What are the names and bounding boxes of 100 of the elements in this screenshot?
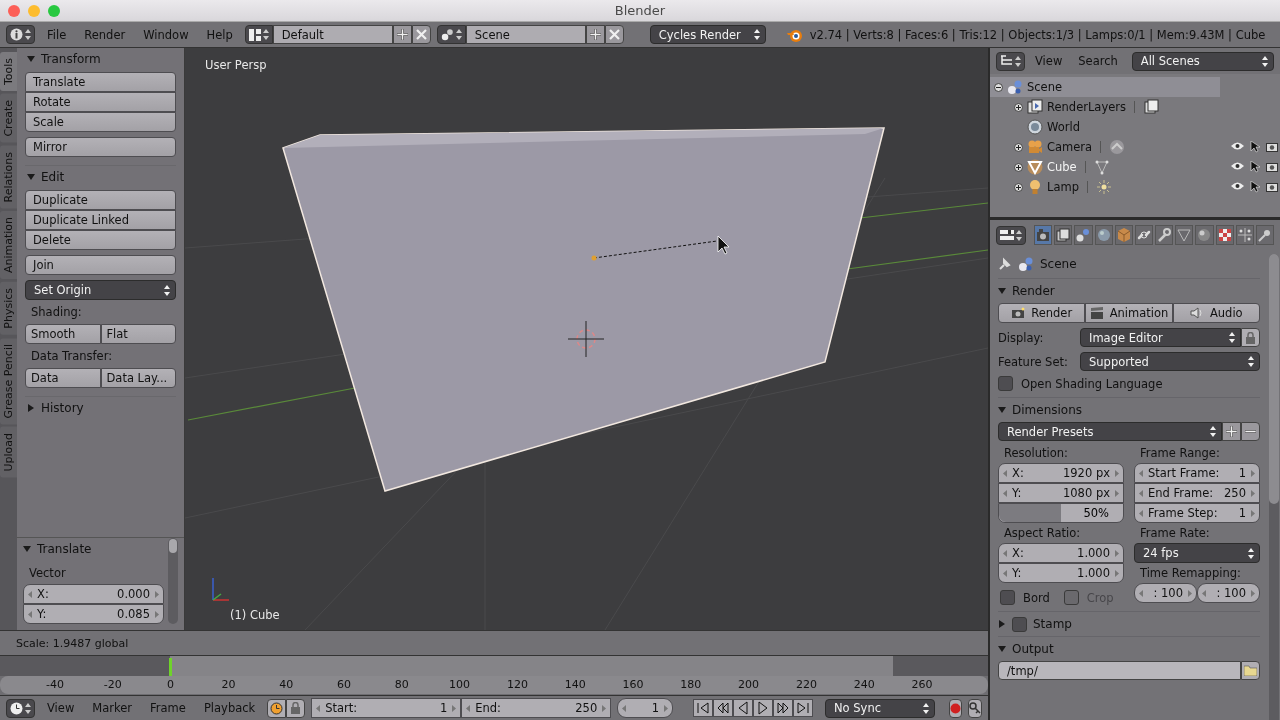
render-action-button[interactable]: Animation (1085, 303, 1173, 323)
lock-button[interactable] (286, 698, 306, 718)
panel-title[interactable]: Render (1012, 284, 1055, 298)
tool-tab[interactable]: Tools (0, 52, 17, 92)
checkbox[interactable]: Open Shading Language (998, 376, 1260, 391)
collapsed-triangle-icon[interactable] (27, 404, 35, 412)
properties-tab[interactable] (1114, 225, 1133, 245)
menu-item[interactable]: Search (1072, 54, 1124, 68)
menu-item[interactable]: View (41, 701, 81, 715)
menu-item[interactable]: Render (78, 27, 132, 42)
number-field[interactable]: Frame Step: 1 (1134, 503, 1260, 523)
number-field[interactable]: End: 250 (461, 698, 612, 718)
properties-tab[interactable] (1235, 225, 1254, 245)
expanded-triangle-icon[interactable] (998, 287, 1006, 295)
panel-title[interactable]: Dimensions (1012, 403, 1083, 417)
tool-button[interactable]: Scale (25, 112, 176, 132)
current-frame-marker[interactable] (169, 658, 173, 677)
menu-item[interactable]: Help (200, 27, 239, 42)
layout-name-field[interactable]: Default (272, 25, 393, 44)
properties-tab[interactable] (1255, 225, 1275, 245)
collapsed-triangle-icon[interactable] (998, 620, 1006, 628)
tree-row[interactable]: Scene (990, 77, 1220, 97)
tool-button[interactable]: Join (25, 255, 176, 275)
tool-button[interactable]: Rotate (25, 92, 176, 112)
scene-selector-button[interactable] (436, 25, 466, 44)
properties-tab[interactable] (1215, 225, 1234, 245)
render-engine-dropdown[interactable]: Cycles Render (649, 25, 766, 44)
properties-tab[interactable] (1175, 225, 1194, 245)
number-field[interactable]: Y: 0.085 (23, 604, 164, 624)
presets-dropdown[interactable]: Render Presets (998, 422, 1222, 441)
playback-controls[interactable] (693, 699, 813, 717)
panel-title[interactable]: Edit (41, 170, 65, 184)
properties-tab[interactable] (1054, 225, 1073, 245)
number-field[interactable]: Y: 1.000 (998, 563, 1124, 583)
panel-title[interactable]: History (41, 401, 84, 415)
tree-row[interactable]: Lamp (990, 177, 1280, 197)
properties-tab[interactable] (1195, 225, 1214, 245)
editor-type-button[interactable] (996, 225, 1026, 245)
tree-row[interactable]: Cube (990, 157, 1280, 177)
frame-rate-dropdown[interactable]: 24 fps (1134, 543, 1260, 563)
tool-button[interactable]: Translate (25, 72, 176, 92)
layout-selector-button[interactable] (244, 25, 273, 44)
checkbox[interactable]: Bord (1000, 590, 1050, 605)
number-field[interactable]: Start Frame: 1 (1134, 463, 1260, 483)
tree-row[interactable]: RenderLayers (990, 97, 1280, 117)
number-field[interactable]: End Frame: 250 (1134, 483, 1260, 503)
tree-row[interactable]: Camera (990, 137, 1280, 157)
scene-name-field[interactable]: Scene (465, 25, 586, 44)
render-action-button[interactable]: Audio (1172, 303, 1260, 323)
record-button[interactable] (949, 698, 962, 718)
display-mode-dropdown[interactable]: All Scenes (1131, 51, 1274, 71)
close-window-button[interactable] (8, 4, 20, 17)
tool-button[interactable]: Smooth (25, 324, 101, 344)
number-field[interactable]: X: 0.000 (23, 584, 164, 604)
tree-row[interactable]: World (990, 117, 1280, 137)
number-field[interactable]: X: 1.000 (998, 543, 1124, 563)
dropdown[interactable]: Image Editor (1080, 328, 1241, 347)
properties-tab[interactable] (1094, 225, 1113, 245)
editor-type-button[interactable] (996, 51, 1025, 71)
frame-ruler[interactable]: -40 -20 0 20 40 60 80 100 120 140 160 180 200 220 240 260 (0, 676, 988, 694)
current-frame-field[interactable]: 1 (617, 698, 673, 718)
menu-item[interactable]: Marker (86, 701, 139, 715)
menu-item[interactable]: File (41, 27, 73, 42)
add-preset-button[interactable] (1222, 422, 1241, 441)
tool-button[interactable]: Duplicate (25, 190, 176, 210)
tool-button[interactable]: Mirror (25, 137, 176, 157)
dropdown[interactable]: Set Origin (25, 280, 176, 300)
expanded-triangle-icon[interactable] (998, 406, 1006, 414)
number-field[interactable]: Start: 1 (311, 698, 462, 718)
number-field[interactable]: : 100 (1134, 583, 1197, 603)
tool-button[interactable]: Delete (25, 230, 176, 250)
panel-title[interactable]: Output (1012, 642, 1054, 656)
scrollbar[interactable] (168, 538, 178, 624)
tool-button[interactable]: Data Lay... (100, 368, 176, 388)
render-action-button[interactable]: Render (998, 303, 1086, 323)
properties-tab[interactable] (1074, 225, 1093, 245)
dropdown[interactable]: Supported (1080, 352, 1260, 371)
editor-type-button[interactable] (6, 25, 35, 44)
menu-item[interactable]: Playback (197, 701, 262, 715)
lock-interface-button[interactable] (1241, 328, 1260, 347)
panel-title[interactable]: Translate (37, 542, 92, 556)
keying-button[interactable] (968, 698, 982, 718)
menu-item[interactable]: Frame (144, 701, 192, 715)
timeline-track[interactable] (0, 656, 988, 676)
preview-range-button[interactable] (267, 698, 287, 718)
menu-item[interactable]: View (1029, 54, 1069, 68)
expanded-triangle-icon[interactable] (27, 173, 35, 181)
tool-button[interactable]: Flat (100, 324, 176, 344)
scrollbar[interactable] (1269, 254, 1279, 720)
number-field[interactable]: : 100 (1197, 583, 1260, 603)
properties-tab[interactable] (1034, 225, 1053, 245)
tool-button[interactable]: Duplicate Linked (25, 210, 176, 230)
properties-tab[interactable] (1155, 225, 1174, 245)
percentage-slider[interactable]: 50% (998, 503, 1124, 523)
expanded-triangle-icon[interactable] (998, 645, 1006, 653)
menu-item[interactable]: Window (137, 27, 195, 42)
panel-title[interactable]: Transform (41, 52, 101, 66)
number-field[interactable]: Y: 1080 px (998, 483, 1124, 503)
sync-dropdown[interactable]: No Sync (825, 698, 935, 718)
properties-tab[interactable] (1134, 225, 1154, 245)
